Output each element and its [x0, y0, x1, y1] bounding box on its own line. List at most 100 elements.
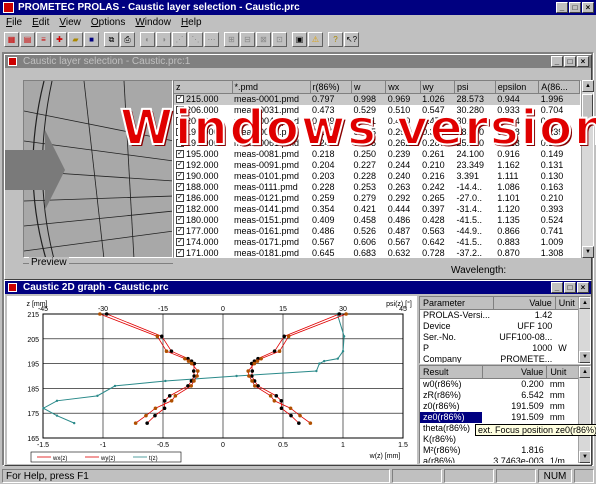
- param-row[interactable]: Company PROMETE...: [420, 353, 580, 364]
- param-col-unit[interactable]: Unit: [555, 297, 581, 310]
- row-checkbox[interactable]: ✓: [176, 249, 184, 257]
- col-header-z[interactable]: z: [174, 81, 233, 94]
- row-checkbox[interactable]: ✓: [176, 227, 184, 236]
- menu-file[interactable]: File: [6, 16, 22, 30]
- open-icon[interactable]: ▰: [68, 32, 83, 47]
- col-header-psi[interactable]: psi: [454, 81, 496, 94]
- param-row[interactable]: P 1000 W: [420, 343, 580, 354]
- caustic-close-button[interactable]: ×: [577, 56, 589, 67]
- result-row[interactable]: M²(r86%) 1.816: [420, 445, 580, 456]
- row-checkbox[interactable]: ✓: [176, 216, 184, 225]
- row-checkbox[interactable]: ✓: [176, 172, 184, 181]
- zoom-icon-2[interactable]: ⊟: [240, 32, 255, 47]
- table-row[interactable]: ✓ 188.000 meas-0111.pmd 0.228 0.253 0.263 0.24…: [174, 182, 580, 193]
- result-row[interactable]: w0(r86%) 0.200 mm: [420, 378, 580, 390]
- menu-help[interactable]: Help: [181, 16, 202, 30]
- row-checkbox[interactable]: ✓: [176, 205, 184, 214]
- toolbar: ▦ ▤ ≡ ✚ ▰ ■ ⧉ ⎙ ◐ ◑ ⋰ ⋱ ⋯ ⊞ ⊟ ⊠ ⊡ ▣ ⚠ ? …: [4, 32, 359, 50]
- prop-unit: 1/m...: [549, 455, 573, 464]
- col-header-w[interactable]: w: [351, 81, 387, 94]
- result-col-unit[interactable]: Unit: [546, 366, 580, 379]
- graph-maximize-button[interactable]: □: [564, 282, 576, 293]
- menu-window[interactable]: Window: [135, 16, 171, 30]
- col-header-a86[interactable]: A(86...: [538, 81, 580, 94]
- result-scrollbar[interactable]: ▲ ▼: [578, 366, 590, 463]
- menu-options[interactable]: Options: [91, 16, 125, 30]
- prop-value: 6.542: [521, 389, 544, 400]
- row-checkbox[interactable]: ✓: [176, 194, 184, 203]
- col-header-pmd[interactable]: *.pmd: [232, 81, 311, 94]
- close-button[interactable]: ×: [582, 2, 594, 13]
- save-icon[interactable]: ■: [84, 32, 99, 47]
- report-icon[interactable]: ▣: [292, 32, 307, 47]
- table-row[interactable]: ✓ 192.000 meas-0091.pmd 0.204 0.227 0.244 0.21…: [174, 160, 580, 171]
- param-col-value[interactable]: Value: [493, 297, 556, 310]
- menu-view[interactable]: View: [59, 16, 81, 30]
- scan-icon-3[interactable]: ⋯: [204, 32, 219, 47]
- param-scroll-down[interactable]: ▼: [579, 351, 590, 363]
- caustic-maximize-button[interactable]: □: [564, 56, 576, 67]
- result-scroll-up[interactable]: ▲: [579, 366, 590, 378]
- table-cell: meas-0181.pmd: [234, 247, 300, 258]
- table-row[interactable]: ✓ 177.000 meas-0161.pmd 0.486 0.526 0.487 0.56…: [174, 226, 580, 237]
- table-row[interactable]: ✓ 190.000 meas-0101.pmd 0.203 0.228 0.240 0.21…: [174, 171, 580, 182]
- cross-icon[interactable]: ✚: [52, 32, 67, 47]
- graph-close-button[interactable]: ×: [577, 282, 589, 293]
- table-row[interactable]: ✓ 180.000 meas-0151.pmd 0.409 0.458 0.486 0.42…: [174, 215, 580, 226]
- param-col-name[interactable]: Parameter: [420, 297, 494, 310]
- minimize-button[interactable]: _: [556, 2, 568, 13]
- result-row[interactable]: zR(r86%) 6.542 mm: [420, 390, 580, 401]
- zoom-icon-4[interactable]: ⊡: [272, 32, 287, 47]
- table-icon[interactable]: ▤: [20, 32, 35, 47]
- result-row[interactable]: ze0(r86%) 191.509 mm: [420, 411, 580, 423]
- layers-icon[interactable]: ≡: [36, 32, 51, 47]
- result-panel: Result Value Unit w0(r86%) 0.200 mm zR(r86%…: [419, 365, 591, 464]
- app-icon[interactable]: [3, 2, 14, 13]
- table-row[interactable]: ✓ 171.000 meas-0181.pmd 0.645 0.683 0.632 0.72…: [174, 247, 580, 258]
- graph-minimize-button[interactable]: _: [551, 282, 563, 293]
- copy-icon[interactable]: ⧉: [104, 32, 119, 47]
- col-header-epsilon[interactable]: epsilon: [495, 81, 540, 94]
- scroll-down-button[interactable]: ▼: [582, 246, 594, 258]
- graph-window-icon[interactable]: [8, 283, 17, 292]
- table-row[interactable]: ✓ 174.000 meas-0171.pmd 0.567 0.606 0.567 0.64…: [174, 237, 580, 248]
- param-row[interactable]: Ser.-No. UFF100-08...: [420, 332, 580, 343]
- caustic-minimize-button[interactable]: _: [551, 56, 563, 67]
- col-header-r86[interactable]: r(86%): [310, 81, 352, 94]
- result-scroll-down[interactable]: ▼: [579, 451, 590, 463]
- row-checkbox[interactable]: ✓: [176, 161, 184, 170]
- param-scroll-up[interactable]: ▲: [579, 297, 590, 309]
- new-icon[interactable]: ▦: [4, 32, 19, 47]
- profile-icon[interactable]: ◑: [156, 32, 171, 47]
- warning-icon[interactable]: ⚠: [308, 32, 323, 47]
- prop-value: PROMETE...: [500, 353, 553, 364]
- menu-edit[interactable]: Edit: [32, 16, 49, 30]
- col-header-wx[interactable]: wx: [385, 81, 421, 94]
- table-cell: 0.292: [387, 192, 411, 203]
- result-col-name[interactable]: Result: [420, 366, 483, 379]
- table-row[interactable]: ✓ 186.000 meas-0121.pmd 0.259 0.279 0.292 0.26…: [174, 193, 580, 204]
- row-checkbox[interactable]: ✓: [176, 183, 184, 192]
- result-col-value[interactable]: Value: [482, 366, 548, 379]
- context-help-icon[interactable]: ↖?: [344, 32, 359, 47]
- zoom-icon-1[interactable]: ⊞: [224, 32, 239, 47]
- result-row[interactable]: z0(r86%) 191.509 mm: [420, 401, 580, 412]
- scan-icon-1[interactable]: ⋰: [172, 32, 187, 47]
- print-icon[interactable]: ⎙: [120, 32, 135, 47]
- table-row[interactable]: ✓ 182.000 meas-0141.pmd 0.354 0.421 0.444 0.39…: [174, 204, 580, 215]
- param-row[interactable]: PROLAS-Versi... 1.42: [420, 309, 580, 321]
- result-row[interactable]: a(r86%) 3.7463e-003 1/m...: [420, 455, 580, 464]
- maximize-button[interactable]: □: [569, 2, 581, 13]
- col-header-wy[interactable]: wy: [420, 81, 455, 94]
- data-point-wy(z): [98, 312, 102, 316]
- scroll-up-button[interactable]: ▲: [582, 80, 594, 92]
- caustic-window-icon[interactable]: [8, 57, 17, 66]
- param-scrollbar[interactable]: ▲ ▼: [578, 297, 590, 363]
- zoom-icon-3[interactable]: ⊠: [256, 32, 271, 47]
- table-cell: meas-0101.pmd: [234, 170, 300, 181]
- beam-icon[interactable]: ◐: [140, 32, 155, 47]
- about-icon[interactable]: ?: [328, 32, 343, 47]
- scan-icon-2[interactable]: ⋱: [188, 32, 203, 47]
- row-checkbox[interactable]: ✓: [176, 238, 184, 247]
- param-row[interactable]: Device UFF 100: [420, 321, 580, 332]
